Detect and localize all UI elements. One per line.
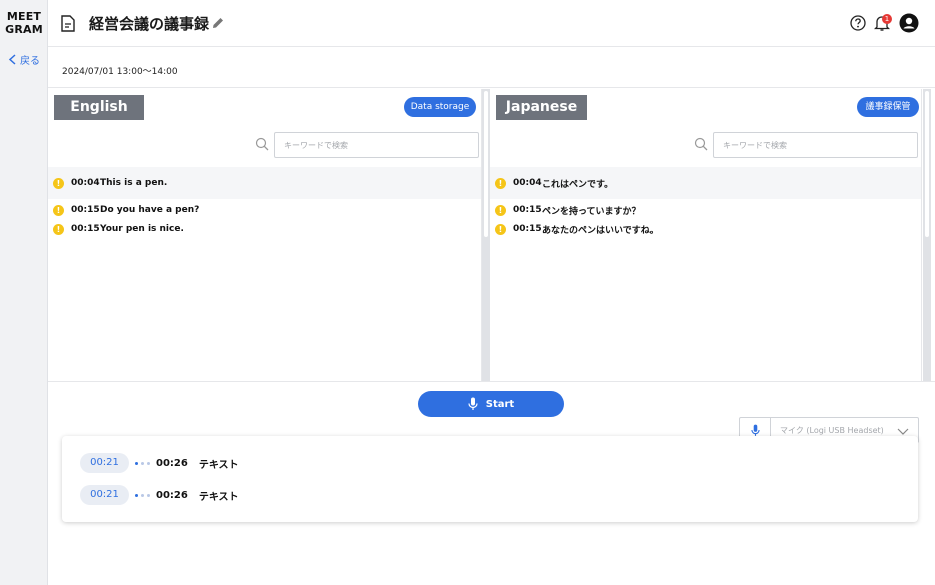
row-text: Your pen is nice. xyxy=(100,224,184,234)
segment-text: テキスト xyxy=(198,491,239,503)
row-time: 00:15 xyxy=(513,205,542,215)
warning-icon: ! xyxy=(495,177,506,189)
pencil-icon[interactable] xyxy=(211,16,225,30)
search-icon xyxy=(255,137,269,151)
scrollbar-thumb[interactable] xyxy=(484,91,488,237)
table-row[interactable]: ! 00:04 This is a pen. xyxy=(48,167,481,199)
table-row[interactable]: ! 00:15 あなたのペンはいいですね。 xyxy=(490,218,921,240)
live-transcript-card: 00:21 00:26 テキスト 00:21 00:26 テキスト xyxy=(62,436,918,522)
user-avatar-icon[interactable] xyxy=(899,13,919,33)
sidebar: MEET GRAM 戻る xyxy=(0,0,48,585)
back-link[interactable]: 戻る xyxy=(8,52,40,67)
row-text: あなたのペンはいいですね。 xyxy=(542,225,659,236)
page-title: 経営会議の議事録 xyxy=(89,15,210,33)
english-scrollbar[interactable] xyxy=(482,89,490,381)
header: 経営会議の議事録 1 xyxy=(48,0,935,47)
warning-icon: ! xyxy=(53,177,64,189)
meeting-info-bar: 2024/07/01 13:00〜14:00 xyxy=(48,48,935,88)
chevron-left-icon xyxy=(8,54,16,65)
row-text: Do you have a pen? xyxy=(100,205,200,215)
row-time: 00:15 xyxy=(71,224,100,234)
language-tag-japanese: Japanese xyxy=(496,95,587,120)
microphone-select-value: マイク (Logi USB Headset) xyxy=(780,426,884,435)
start-button[interactable]: Start xyxy=(418,391,564,417)
transcript-row[interactable]: 00:21 00:26 テキスト xyxy=(80,485,239,505)
japanese-panel: Japanese 議事録保管 ! 00:04 これはペンです。 ! 00:15 … xyxy=(490,89,922,381)
search-input-english[interactable] xyxy=(274,132,479,158)
scrollbar-thumb[interactable] xyxy=(925,91,929,237)
progress-dots xyxy=(135,461,150,465)
start-label: Start xyxy=(485,398,515,410)
warning-icon: ! xyxy=(495,223,506,235)
language-tag-english: English xyxy=(54,95,144,120)
transcript-row[interactable]: 00:21 00:26 テキスト xyxy=(80,453,239,473)
warning-icon: ! xyxy=(495,204,506,216)
data-storage-button[interactable]: Data storage xyxy=(404,97,476,117)
document-icon xyxy=(61,15,75,32)
warning-icon: ! xyxy=(53,223,64,235)
search-input-japanese[interactable] xyxy=(713,132,918,158)
row-time: 00:15 xyxy=(513,224,542,234)
save-minutes-button[interactable]: 議事録保管 xyxy=(857,97,919,117)
warning-icon: ! xyxy=(53,204,64,216)
table-row[interactable]: ! 00:04 これはペンです。 xyxy=(490,167,921,199)
segment-end-time: 00:26 xyxy=(156,489,188,501)
row-text: This is a pen. xyxy=(100,178,168,188)
logo-line-2: GRAM xyxy=(5,23,43,36)
chevron-down-icon xyxy=(897,428,909,435)
logo-line-1: MEET xyxy=(6,10,42,23)
search-icon xyxy=(694,137,708,151)
row-text: ペンを持っていますか？ xyxy=(542,206,641,217)
japanese-rows: ! 00:04 これはペンです。 ! 00:15 ペンを持っていますか？ ! 0… xyxy=(490,167,921,240)
progress-dots xyxy=(135,493,150,497)
notification-badge: 1 xyxy=(882,14,892,24)
english-panel: English Data storage ! 00:04 This is a p… xyxy=(48,89,482,381)
segment-start-time[interactable]: 00:21 xyxy=(80,453,129,473)
table-row[interactable]: ! 00:15 Your pen is nice. xyxy=(48,218,481,240)
row-text: これはペンです。 xyxy=(542,179,614,190)
japanese-scrollbar[interactable] xyxy=(923,89,931,381)
english-rows: ! 00:04 This is a pen. ! 00:15 Do you ha… xyxy=(48,167,481,240)
microphone-icon xyxy=(468,397,478,410)
app-logo[interactable]: MEET GRAM xyxy=(0,10,48,36)
segment-start-time[interactable]: 00:21 xyxy=(80,485,129,505)
help-icon[interactable] xyxy=(850,15,866,31)
back-label: 戻る xyxy=(20,56,40,67)
row-time: 00:04 xyxy=(71,178,100,188)
microphone-icon xyxy=(750,424,760,436)
meeting-datetime: 2024/07/01 13:00〜14:00 xyxy=(62,67,178,77)
segment-end-time: 00:26 xyxy=(156,457,188,469)
recording-area: Start マイク (Logi USB Headset) 00:21 00:26… xyxy=(48,381,935,585)
row-time: 00:04 xyxy=(513,178,542,188)
segment-text: テキスト xyxy=(198,459,239,471)
row-time: 00:15 xyxy=(71,205,100,215)
